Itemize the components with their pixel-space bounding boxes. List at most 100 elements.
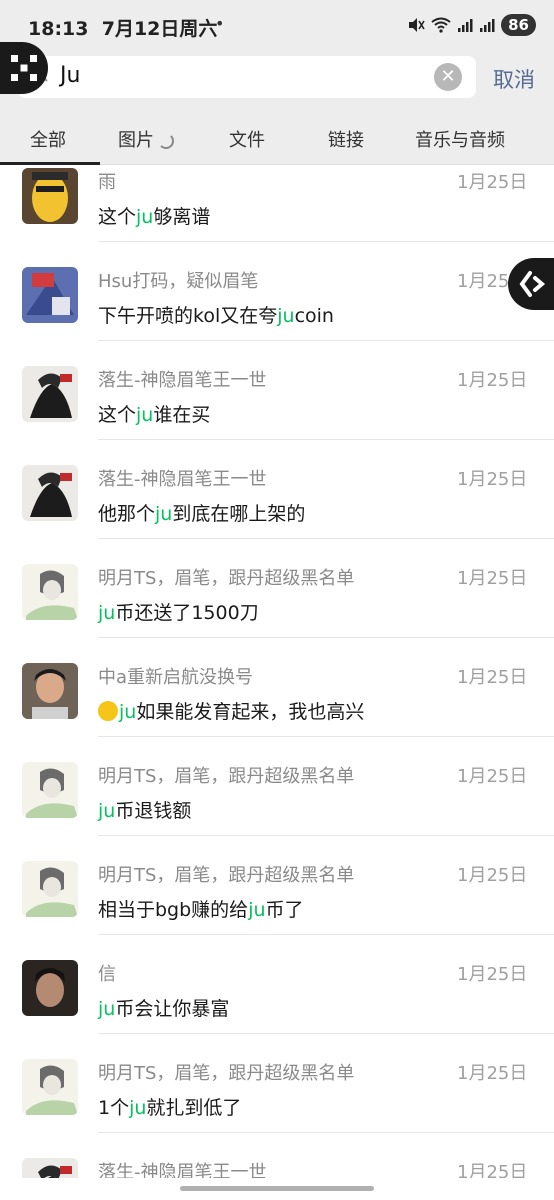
- search-query: Ju: [60, 63, 81, 88]
- signal-icon-2: [480, 19, 495, 32]
- result-row[interactable]: 中a重新启航没换号 1月25日 ju如果能发育起来，我也高兴: [0, 663, 554, 762]
- row-divider: [98, 439, 554, 440]
- sender-name: 落生-神隐眉笔王一世: [98, 370, 267, 391]
- message-snippet: 1个ju就扎到低了: [98, 1093, 241, 1120]
- avatar[interactable]: [22, 168, 78, 224]
- cancel-button[interactable]: 取消: [493, 64, 535, 94]
- avatar[interactable]: [22, 267, 78, 323]
- clear-icon[interactable]: ✕: [434, 63, 462, 91]
- keyword-highlight: ju: [98, 800, 116, 822]
- message-snippet: 下午开喷的kol又在夸jucoin: [98, 301, 334, 328]
- message-date: 1月25日: [457, 1063, 528, 1084]
- message-date: 1月25日: [457, 766, 528, 787]
- snippet-suffix: 够离谱: [153, 206, 211, 228]
- message-snippet: ju如果能发育起来，我也高兴: [98, 697, 364, 724]
- snippet-suffix: 谁在买: [153, 404, 211, 426]
- search-results-list[interactable]: 雨 1月25日 这个ju够离谱 Hsu打码，疑似眉笔 1月25日 下午开喷的kol又在夸j…: [0, 164, 554, 1178]
- sender-name: 落生-神隐眉笔王一世: [98, 1162, 267, 1178]
- tab-links[interactable]: 链接: [328, 126, 364, 152]
- row-divider: [98, 637, 554, 638]
- message-snippet: ju币退钱额: [98, 796, 191, 823]
- row-divider: [98, 538, 554, 539]
- message-snippet: 他那个ju到底在哪上架的: [98, 499, 305, 526]
- message-date: 1月25日: [457, 1162, 528, 1178]
- loading-spinner-icon: [158, 133, 174, 149]
- avatar[interactable]: [22, 762, 78, 818]
- result-row[interactable]: 信 1月25日 ju币会让你暴富: [0, 960, 554, 1059]
- message-date: 1月25日: [457, 667, 528, 688]
- snippet-prefix: 他那个: [98, 503, 156, 525]
- message-date: 1月25日: [457, 370, 528, 391]
- message-snippet: 这个ju谁在买: [98, 400, 210, 427]
- snippet-prefix: 相当于bgb赚的给: [98, 899, 249, 921]
- sender-name: Hsu打码，疑似眉笔: [98, 271, 259, 292]
- result-row[interactable]: 雨 1月25日 这个ju够离谱: [0, 168, 554, 267]
- status-icons: 86: [407, 14, 536, 36]
- wifi-icon: [431, 17, 451, 33]
- avatar[interactable]: [22, 663, 78, 719]
- snippet-prefix: 这个: [98, 206, 137, 228]
- message-snippet: ju币会让你暴富: [98, 994, 229, 1021]
- keyword-highlight: ju: [136, 206, 154, 228]
- snippet-suffix: 币了: [265, 899, 304, 921]
- keyword-highlight: ju: [129, 1097, 147, 1119]
- row-divider: [98, 1033, 554, 1034]
- row-divider: [98, 934, 554, 935]
- avatar[interactable]: [22, 465, 78, 521]
- tab-files[interactable]: 文件: [229, 126, 265, 152]
- row-divider: [98, 1132, 554, 1133]
- keyword-highlight: ju: [136, 404, 154, 426]
- snippet-suffix: coin: [294, 305, 334, 327]
- result-row[interactable]: 落生-神隐眉笔王一世 1月25日他那个ju到底在哪上架的: [0, 465, 554, 564]
- result-row[interactable]: 明月TS，眉笔，跟丹超级黑名单 1月25日 ju币退钱额: [0, 762, 554, 861]
- row-divider: [98, 835, 554, 836]
- message-date: 1月25日: [457, 964, 528, 985]
- avatar[interactable]: [22, 366, 78, 422]
- tab-images[interactable]: 图片: [118, 126, 174, 152]
- avatar[interactable]: [22, 1059, 78, 1115]
- snippet-suffix: 币还送了1500刀: [115, 602, 259, 624]
- snippet-suffix: 币退钱额: [115, 800, 192, 822]
- message-date: 1月25日: [457, 469, 528, 490]
- keyword-highlight: ju: [98, 998, 116, 1020]
- sender-name: 明月TS，眉笔，跟丹超级黑名单: [98, 568, 355, 589]
- search-input[interactable]: Ju ✕: [18, 56, 476, 98]
- result-row[interactable]: 明月TS，眉笔，跟丹超级黑名单 1月25日 ju币还送了1500刀: [0, 564, 554, 663]
- status-time: 18:13 7月12日周六: [28, 18, 218, 40]
- floating-back-button[interactable]: [508, 258, 554, 310]
- result-row[interactable]: 落生-神隐眉笔王一世 1月25日: [0, 1158, 554, 1178]
- keyword-highlight: ju: [277, 305, 295, 327]
- snippet-prefix: 这个: [98, 404, 137, 426]
- tab-all[interactable]: 全部: [30, 126, 66, 152]
- result-row[interactable]: 明月TS，眉笔，跟丹超级黑名单 1月25日 1个ju就扎到低了: [0, 1059, 554, 1158]
- avatar[interactable]: [22, 960, 78, 1016]
- back-arrows-icon: [519, 271, 546, 297]
- category-tabs: 全部 图片 文件 链接 音乐与音频: [0, 106, 554, 165]
- sender-name: 信: [98, 964, 116, 985]
- tab-music-audio[interactable]: 音乐与音频: [415, 126, 505, 152]
- notification-dot: •: [215, 14, 225, 33]
- avatar[interactable]: [22, 861, 78, 917]
- search-header: Ju ✕ 取消: [0, 56, 554, 106]
- home-indicator[interactable]: [180, 1186, 374, 1191]
- avatar[interactable]: [22, 564, 78, 620]
- battery-indicator: 86: [501, 14, 536, 36]
- keyword-highlight: ju: [98, 602, 116, 624]
- snippet-suffix: 如果能发育起来，我也高兴: [136, 701, 365, 723]
- sender-name: 明月TS，眉笔，跟丹超级黑名单: [98, 766, 355, 787]
- sender-name: 明月TS，眉笔，跟丹超级黑名单: [98, 1063, 355, 1084]
- laughing-emoji-icon: [98, 701, 118, 721]
- mute-icon: [409, 18, 425, 32]
- snippet-suffix: 就扎到低了: [146, 1097, 242, 1119]
- result-row[interactable]: Hsu打码，疑似眉笔 1月25日 下午开喷的kol又在夸jucoin: [0, 267, 554, 366]
- row-divider: [98, 340, 554, 341]
- sender-name: 雨: [98, 172, 116, 193]
- result-row[interactable]: 明月TS，眉笔，跟丹超级黑名单 1月25日 相当于bgb赚的给ju币了: [0, 861, 554, 960]
- message-snippet: 这个ju够离谱: [98, 202, 210, 229]
- message-date: 1月25日: [457, 865, 528, 886]
- row-divider: [98, 736, 554, 737]
- sender-name: 落生-神隐眉笔王一世: [98, 469, 267, 490]
- avatar[interactable]: [22, 1158, 78, 1178]
- keyword-highlight: ju: [119, 701, 137, 723]
- result-row[interactable]: 落生-神隐眉笔王一世 1月25日这个ju谁在买: [0, 366, 554, 465]
